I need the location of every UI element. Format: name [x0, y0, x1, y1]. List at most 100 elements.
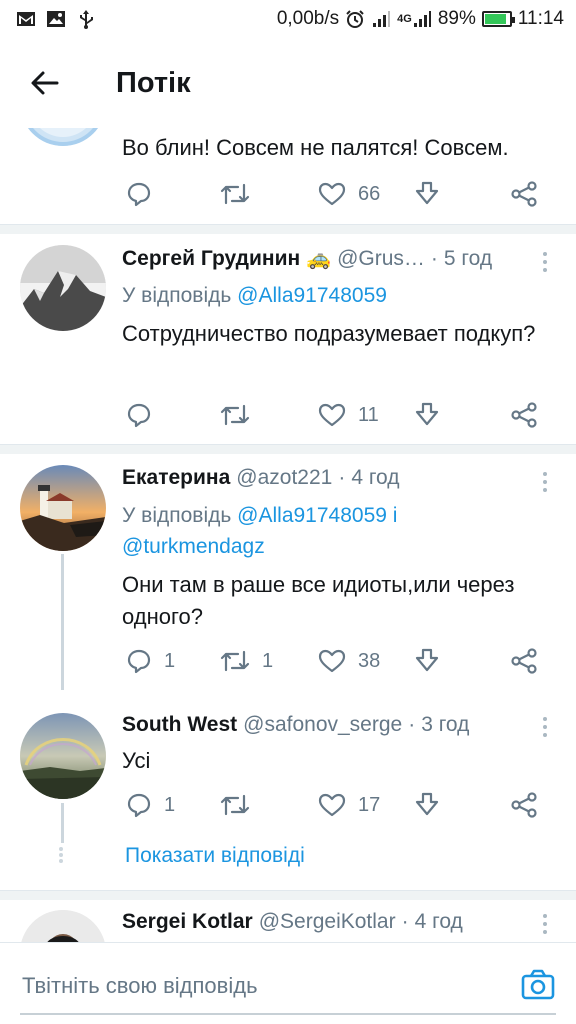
- display-name[interactable]: Сергей Грудинин: [122, 247, 300, 271]
- reply-button[interactable]: [126, 177, 164, 211]
- tweet-header: Sergei Kotlar @SergeiKotlar · 4 год: [122, 910, 556, 938]
- user-handle[interactable]: @SergeiKotlar: [259, 910, 396, 934]
- reply-button[interactable]: 1: [126, 788, 175, 822]
- tweet-time[interactable]: 3 год: [421, 713, 469, 737]
- tweet-header: South West @safonov_serge · 3 год: [122, 713, 556, 741]
- reply-button[interactable]: 1: [126, 644, 175, 678]
- share-icon: [511, 792, 537, 818]
- retweet-icon: [220, 650, 250, 672]
- tweet-header: Сергей Грудинин 🚕 @Grus… · 5 год: [122, 246, 556, 274]
- like-button[interactable]: 11: [318, 398, 379, 432]
- avatar[interactable]: [20, 128, 106, 146]
- separator-dot: ·: [401, 910, 409, 933]
- download-arrow-icon: [415, 181, 439, 205]
- retweet-count: 1: [262, 649, 274, 672]
- reply-button[interactable]: [126, 398, 164, 432]
- user-handle[interactable]: @azot221: [236, 466, 332, 490]
- gmail-icon: [17, 12, 35, 26]
- display-name[interactable]: South West: [122, 713, 237, 737]
- like-count: 66: [358, 182, 381, 205]
- input-underline: [20, 1013, 556, 1015]
- signal-icon: [373, 11, 391, 27]
- separator-dot: ·: [338, 466, 346, 489]
- more-options-icon[interactable]: [538, 470, 552, 494]
- reply-context: У відповідь @Alla91748059 і @turkmendagz: [122, 504, 398, 558]
- avatar[interactable]: [20, 713, 106, 799]
- reply-context: У відповідь @Alla91748059: [122, 284, 387, 307]
- page-title: Потік: [116, 66, 191, 99]
- avatar[interactable]: [20, 910, 106, 942]
- avatar[interactable]: [20, 245, 106, 331]
- retweet-button[interactable]: 1: [220, 644, 273, 678]
- separator-dot: ·: [408, 713, 416, 736]
- heart-icon: [318, 649, 346, 673]
- reply-count: 1: [164, 649, 176, 672]
- tweet-actions: 66: [122, 177, 552, 211]
- share-menu-button[interactable]: [510, 177, 538, 211]
- display-name[interactable]: Екатерина: [122, 466, 230, 490]
- separator-dot: ·: [430, 247, 438, 270]
- thread-connector: [61, 554, 64, 690]
- battery-percent: 89%: [437, 8, 476, 29]
- share-button[interactable]: [414, 644, 440, 678]
- retweet-button[interactable]: [220, 788, 262, 822]
- heart-icon: [318, 182, 346, 206]
- tweet[interactable]: Сергей Грудинин 🚕 @Grus… · 5 год У відпо…: [0, 234, 576, 444]
- share-button[interactable]: [414, 788, 440, 822]
- tweet-time[interactable]: 4 год: [351, 466, 399, 490]
- signal-4g-icon: 4G: [397, 9, 432, 29]
- heart-icon: [318, 403, 346, 427]
- mention-link[interactable]: @turkmendagz: [122, 535, 265, 558]
- reply-composer: Твітніть свою відповідь: [0, 942, 576, 1024]
- avatar[interactable]: [20, 465, 106, 551]
- thread-feed[interactable]: Во блин! Совсем не палятся! Совсем. 66 С…: [0, 128, 576, 942]
- tweet-text: Сотрудничество подразумевает подкуп?: [122, 321, 536, 346]
- share-button[interactable]: [414, 398, 440, 432]
- share-menu-button[interactable]: [510, 644, 538, 678]
- tweet[interactable]: South West @safonov_serge · 3 год Усі 1 …: [0, 703, 576, 843]
- like-count: 17: [358, 793, 381, 816]
- thread-dots-icon: [59, 847, 63, 863]
- share-icon: [511, 181, 537, 207]
- tweet-time[interactable]: 4 год: [415, 910, 463, 934]
- like-button[interactable]: 17: [318, 788, 380, 822]
- top-app-bar: Потік: [0, 38, 576, 128]
- back-button[interactable]: [0, 38, 90, 128]
- reply-input[interactable]: Твітніть свою відповідь: [22, 973, 258, 999]
- more-options-icon[interactable]: [538, 715, 552, 739]
- display-name[interactable]: Sergei Kotlar: [122, 910, 253, 934]
- divider: [0, 224, 576, 234]
- retweet-button[interactable]: [220, 398, 262, 432]
- tweet-actions: 11: [122, 398, 552, 432]
- tweet-time[interactable]: 5 год: [444, 247, 492, 271]
- arrow-left-icon: [31, 71, 59, 95]
- download-arrow-icon: [415, 402, 439, 426]
- download-arrow-icon: [415, 792, 439, 816]
- tweet[interactable]: Sergei Kotlar @SergeiKotlar · 4 год: [0, 900, 576, 942]
- retweet-button[interactable]: [220, 177, 262, 211]
- reply-count: 1: [164, 793, 176, 816]
- tweet[interactable]: Во блин! Совсем не палятся! Совсем. 66: [0, 128, 576, 224]
- like-button[interactable]: 66: [318, 177, 380, 211]
- share-menu-button[interactable]: [510, 788, 538, 822]
- mention-link[interactable]: @Alla91748059: [237, 504, 387, 527]
- like-count: 38: [358, 649, 381, 672]
- camera-icon[interactable]: [520, 967, 556, 1003]
- mention-link[interactable]: @Alla91748059: [237, 284, 387, 307]
- share-menu-button[interactable]: [510, 398, 538, 432]
- tweet-header: Екатерина @azot221 · 4 год: [122, 466, 556, 494]
- show-replies-link[interactable]: Показати відповіді: [125, 844, 305, 868]
- share-button[interactable]: [414, 177, 440, 211]
- more-options-icon[interactable]: [538, 250, 552, 274]
- reply-icon: [127, 182, 151, 207]
- tweet[interactable]: Екатерина @azot221 · 4 год У відповідь @…: [0, 454, 576, 690]
- more-options-icon[interactable]: [538, 912, 552, 936]
- divider: [0, 890, 576, 900]
- user-handle[interactable]: @safonov_serge: [243, 713, 402, 737]
- reply-icon: [127, 403, 151, 428]
- battery-icon: [481, 11, 515, 27]
- retweet-icon: [220, 404, 250, 426]
- user-handle[interactable]: @Grus…: [337, 247, 425, 271]
- like-button[interactable]: 38: [318, 644, 380, 678]
- share-icon: [511, 648, 537, 674]
